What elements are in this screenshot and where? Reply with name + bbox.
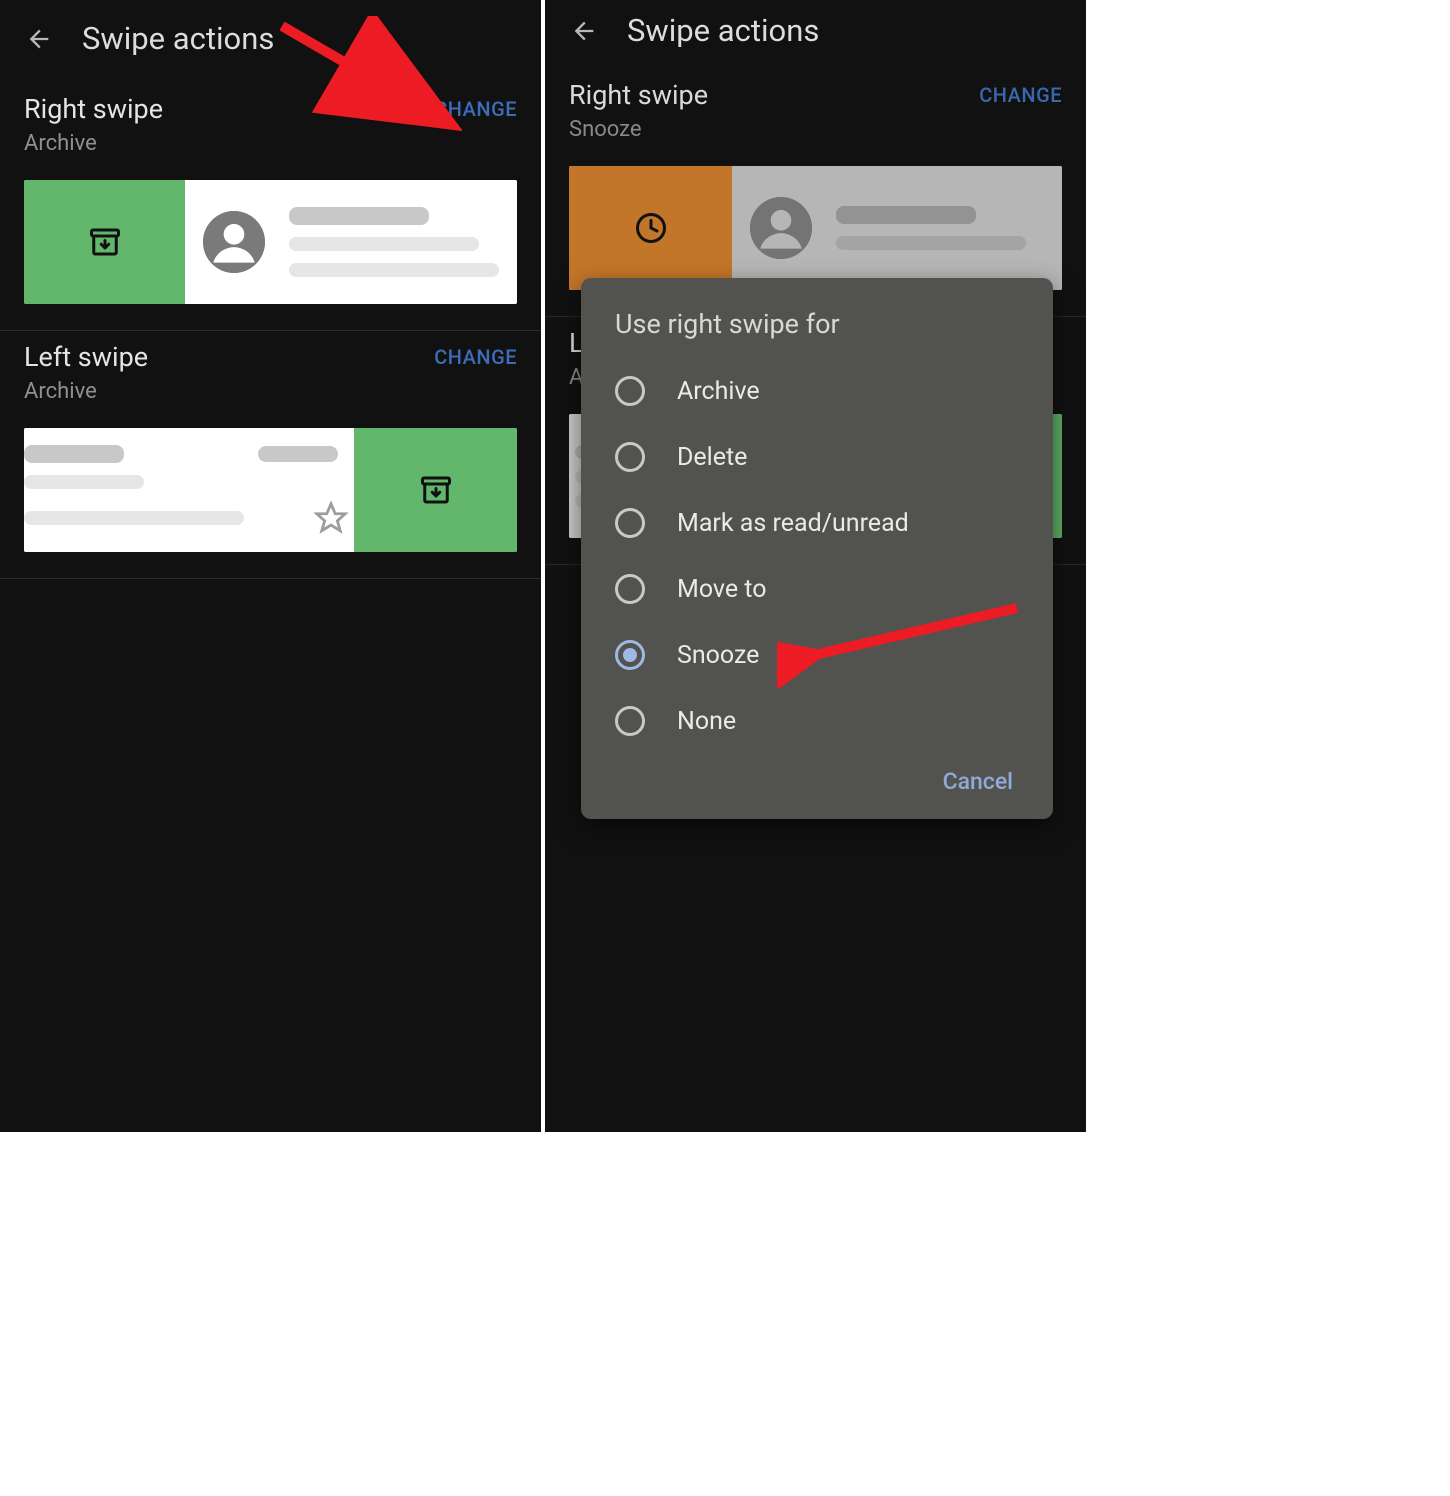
radio-label: Archive [677, 377, 760, 406]
star-icon [314, 501, 348, 535]
radio-icon [615, 442, 645, 472]
dialog-title: Use right swipe for [581, 308, 1053, 358]
page-title: Swipe actions [82, 20, 274, 57]
clock-icon [633, 210, 669, 246]
cancel-button[interactable]: Cancel [943, 768, 1013, 795]
placeholder-line [289, 263, 499, 277]
left-swipe-preview [24, 428, 517, 552]
mail-preview-body-left [24, 428, 354, 552]
radio-label: Delete [677, 443, 747, 472]
placeholder-line [289, 207, 429, 225]
mail-preview-body [185, 180, 517, 304]
left-swipe-value: Archive [24, 379, 148, 404]
header: Swipe actions [0, 0, 541, 83]
placeholder-line [258, 446, 338, 462]
page-title: Swipe actions [627, 12, 819, 49]
archive-swipe-block [24, 180, 185, 304]
radio-icon [615, 706, 645, 736]
header: Swipe actions [545, 0, 1086, 69]
archive-icon [87, 224, 123, 260]
right-swipe-section: Right swipe Archive CHANGE [0, 83, 541, 331]
radio-label: Snooze [677, 641, 759, 670]
right-swipe-preview [569, 166, 1062, 290]
right-swipe-preview [24, 180, 517, 304]
back-arrow-icon[interactable] [24, 24, 54, 54]
radio-icon-selected [615, 640, 645, 670]
placeholder-line [836, 206, 976, 224]
archive-swipe-block [354, 428, 517, 552]
right-swipe-title: Right swipe [569, 79, 708, 111]
placeholder-line [24, 511, 244, 525]
placeholder-line [836, 236, 1026, 250]
right-swipe-change-button[interactable]: CHANGE [434, 93, 517, 121]
settings-panel-left: Swipe actions Right swipe Archive CHANGE [0, 0, 541, 1132]
left-swipe-change-button[interactable]: CHANGE [434, 341, 517, 369]
radio-option-delete[interactable]: Delete [581, 424, 1053, 490]
right-swipe-change-button[interactable]: CHANGE [979, 79, 1062, 107]
radio-option-snooze[interactable]: Snooze [581, 622, 1053, 688]
radio-label: Move to [677, 575, 767, 604]
placeholder-line [24, 475, 144, 489]
snooze-swipe-block [569, 166, 732, 290]
radio-option-move-to[interactable]: Move to [581, 556, 1053, 622]
back-arrow-icon[interactable] [569, 16, 599, 46]
left-swipe-title: Left swipe [24, 341, 148, 373]
avatar-icon [750, 197, 812, 259]
left-swipe-section: Left swipe Archive CHANGE [0, 331, 541, 579]
swipe-action-dialog: Use right swipe for Archive Delete Mark … [581, 278, 1053, 819]
radio-option-mark-read[interactable]: Mark as read/unread [581, 490, 1053, 556]
radio-icon [615, 508, 645, 538]
mail-preview-body [732, 166, 1062, 290]
placeholder-line [289, 237, 479, 251]
radio-icon [615, 376, 645, 406]
radio-option-none[interactable]: None [581, 688, 1053, 754]
right-swipe-value: Snooze [569, 117, 708, 142]
settings-panel-right: Swipe actions Right swipe Snooze CHANGE [545, 0, 1086, 1132]
right-swipe-value: Archive [24, 131, 163, 156]
avatar-icon [203, 211, 265, 273]
archive-icon [418, 472, 454, 508]
placeholder-line [24, 445, 124, 463]
radio-label: None [677, 707, 736, 736]
radio-icon [615, 574, 645, 604]
right-swipe-title: Right swipe [24, 93, 163, 125]
archive-swipe-sliver [1052, 414, 1062, 538]
radio-label: Mark as read/unread [677, 509, 909, 538]
radio-option-archive[interactable]: Archive [581, 358, 1053, 424]
